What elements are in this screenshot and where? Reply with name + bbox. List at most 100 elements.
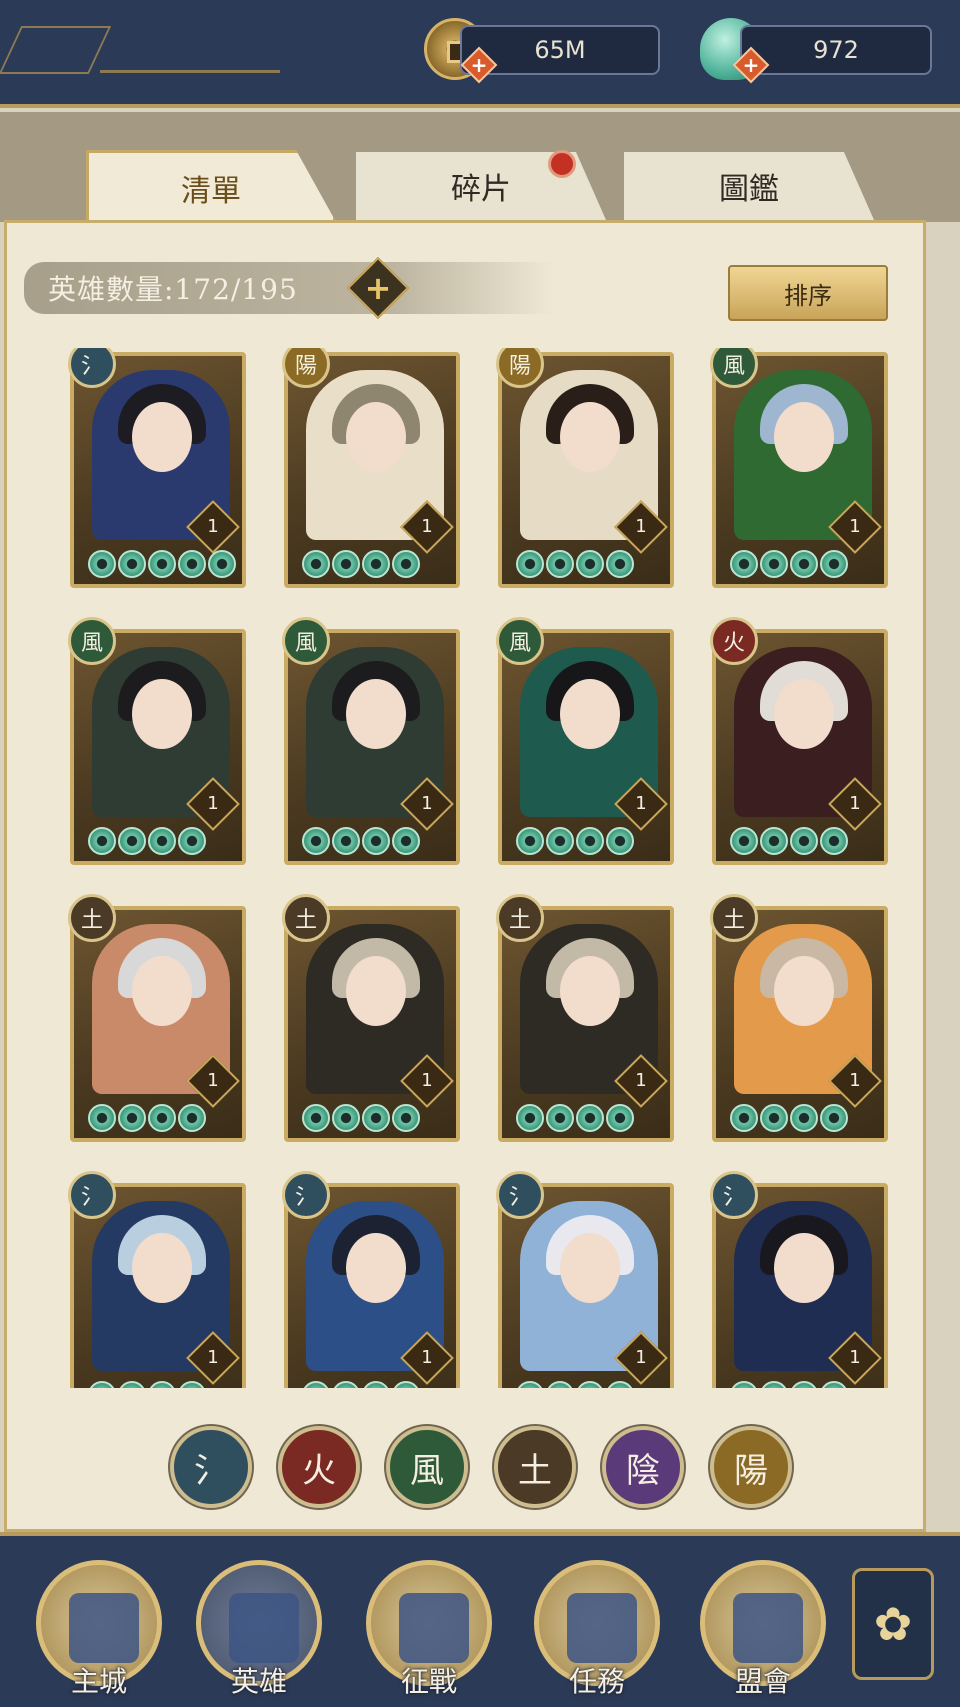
jade-star-icon bbox=[118, 827, 146, 855]
element-badge: 氵 bbox=[68, 1171, 116, 1219]
hero-stars bbox=[88, 827, 206, 855]
jade-star-icon bbox=[820, 1381, 848, 1388]
jade-star-icon bbox=[302, 1381, 330, 1388]
hero-card[interactable]: 氵1 bbox=[68, 348, 246, 588]
jade-star-icon bbox=[332, 550, 360, 578]
hero-stars bbox=[516, 1104, 634, 1132]
jade-star-icon bbox=[576, 1381, 604, 1388]
game-logo bbox=[0, 26, 112, 74]
element-badge: 陽 bbox=[282, 348, 330, 388]
hero-card[interactable]: 火1 bbox=[710, 617, 888, 865]
hero-card[interactable]: 陽1 bbox=[282, 348, 460, 588]
hero-level: 1 bbox=[849, 516, 861, 537]
hero-card[interactable]: 土1 bbox=[68, 894, 246, 1142]
jade-star-icon bbox=[392, 1381, 420, 1388]
jade-star-icon bbox=[302, 1104, 330, 1132]
jade-star-icon bbox=[760, 827, 788, 855]
hero-count: 英雄數量:172/195 bbox=[24, 262, 554, 314]
element-badge: 風 bbox=[710, 348, 758, 388]
tab-list[interactable]: 清單 bbox=[86, 150, 336, 222]
hero-face bbox=[560, 1233, 620, 1303]
jade-star-icon bbox=[392, 1104, 420, 1132]
element-badge: 風 bbox=[496, 617, 544, 665]
element-badge: 土 bbox=[68, 894, 116, 942]
hero-face bbox=[346, 402, 406, 472]
sort-button[interactable]: 排序 bbox=[728, 265, 888, 321]
hero-level: 1 bbox=[207, 1070, 219, 1091]
hero-level: 1 bbox=[421, 516, 433, 537]
hero-face bbox=[774, 956, 834, 1026]
gate-icon bbox=[733, 1593, 803, 1663]
hero-face bbox=[560, 679, 620, 749]
jade-star-icon bbox=[820, 550, 848, 578]
nav-label: 英雄 bbox=[230, 1665, 287, 1698]
hero-card[interactable]: 氵1 bbox=[68, 1171, 246, 1388]
nav-hero-avatar[interactable]: 英雄 bbox=[196, 1560, 326, 1700]
element-badge: 風 bbox=[68, 617, 116, 665]
jade-star-icon bbox=[392, 827, 420, 855]
hero-card[interactable]: 陽1 bbox=[496, 348, 674, 588]
hero-card[interactable]: 風1 bbox=[282, 617, 460, 865]
nav-scroll[interactable]: 征戰 bbox=[366, 1560, 496, 1700]
jade-star-icon bbox=[546, 1381, 574, 1388]
hero-level: 1 bbox=[849, 793, 861, 814]
jade-star-icon bbox=[546, 827, 574, 855]
hero-card[interactable]: 風1 bbox=[68, 617, 246, 865]
coin-amount: 65M bbox=[534, 36, 586, 64]
nav-label: 主城 bbox=[70, 1665, 127, 1698]
hero-face bbox=[132, 1233, 192, 1303]
nav-task[interactable]: 任務 bbox=[534, 1560, 664, 1700]
jade-star-icon bbox=[302, 550, 330, 578]
element-badge: 火 bbox=[710, 617, 758, 665]
filter-earth-button[interactable]: 土 bbox=[494, 1426, 576, 1508]
nav-castle[interactable]: 主城 bbox=[36, 1560, 166, 1700]
flower-menu-icon[interactable]: ✿ bbox=[852, 1568, 934, 1680]
hero-stars bbox=[730, 1104, 848, 1132]
filter-wind-button[interactable]: 風 bbox=[386, 1426, 468, 1508]
jade-star-icon bbox=[820, 827, 848, 855]
hero-stars bbox=[516, 550, 634, 578]
filter-fire-button[interactable]: 火 bbox=[278, 1426, 360, 1508]
jade-star-icon bbox=[178, 1381, 206, 1388]
hero-card[interactable]: 土1 bbox=[496, 894, 674, 1142]
hero-card[interactable]: 土1 bbox=[282, 894, 460, 1142]
hero-stars bbox=[516, 1381, 634, 1388]
jade-star-icon bbox=[148, 550, 176, 578]
hero-face bbox=[346, 1233, 406, 1303]
task-icon bbox=[567, 1593, 637, 1663]
hero-card[interactable]: 氵1 bbox=[496, 1171, 674, 1388]
hero-stars bbox=[302, 1104, 420, 1132]
jade-star-icon bbox=[88, 1381, 116, 1388]
hero-stars bbox=[730, 1381, 848, 1388]
tab-codex[interactable]: 圖鑑 bbox=[624, 152, 874, 220]
jade-star-icon bbox=[178, 1104, 206, 1132]
jade-star-icon bbox=[362, 550, 390, 578]
hero-level: 1 bbox=[421, 1347, 433, 1368]
jade-star-icon bbox=[332, 1381, 360, 1388]
jade-star-icon bbox=[790, 827, 818, 855]
hero-card[interactable]: 氵1 bbox=[710, 1171, 888, 1388]
hero-card[interactable]: 風1 bbox=[496, 617, 674, 865]
hero-avatar-icon bbox=[229, 1593, 299, 1663]
jade-star-icon bbox=[730, 827, 758, 855]
jade-star-icon bbox=[576, 1104, 604, 1132]
jade-star-icon bbox=[730, 1381, 758, 1388]
hero-card[interactable]: 土1 bbox=[710, 894, 888, 1142]
jade-star-icon bbox=[148, 1381, 176, 1388]
hero-level: 1 bbox=[635, 1070, 647, 1091]
hero-face bbox=[774, 1233, 834, 1303]
jade-star-icon bbox=[88, 1104, 116, 1132]
jade-star-icon bbox=[730, 550, 758, 578]
jade-star-icon bbox=[178, 550, 206, 578]
filter-water-button[interactable]: 氵 bbox=[170, 1426, 252, 1508]
jade-balance[interactable]: 972 bbox=[740, 25, 932, 75]
element-badge: 風 bbox=[282, 617, 330, 665]
filter-yin-button[interactable]: 陰 bbox=[602, 1426, 684, 1508]
jade-star-icon bbox=[576, 550, 604, 578]
hero-card[interactable]: 氵1 bbox=[282, 1171, 460, 1388]
filter-yang-button[interactable]: 陽 bbox=[710, 1426, 792, 1508]
hero-card[interactable]: 風1 bbox=[710, 348, 888, 588]
nav-gate[interactable]: 盟會 bbox=[700, 1560, 830, 1700]
hero-stars bbox=[730, 827, 848, 855]
element-badge: 氵 bbox=[282, 1171, 330, 1219]
